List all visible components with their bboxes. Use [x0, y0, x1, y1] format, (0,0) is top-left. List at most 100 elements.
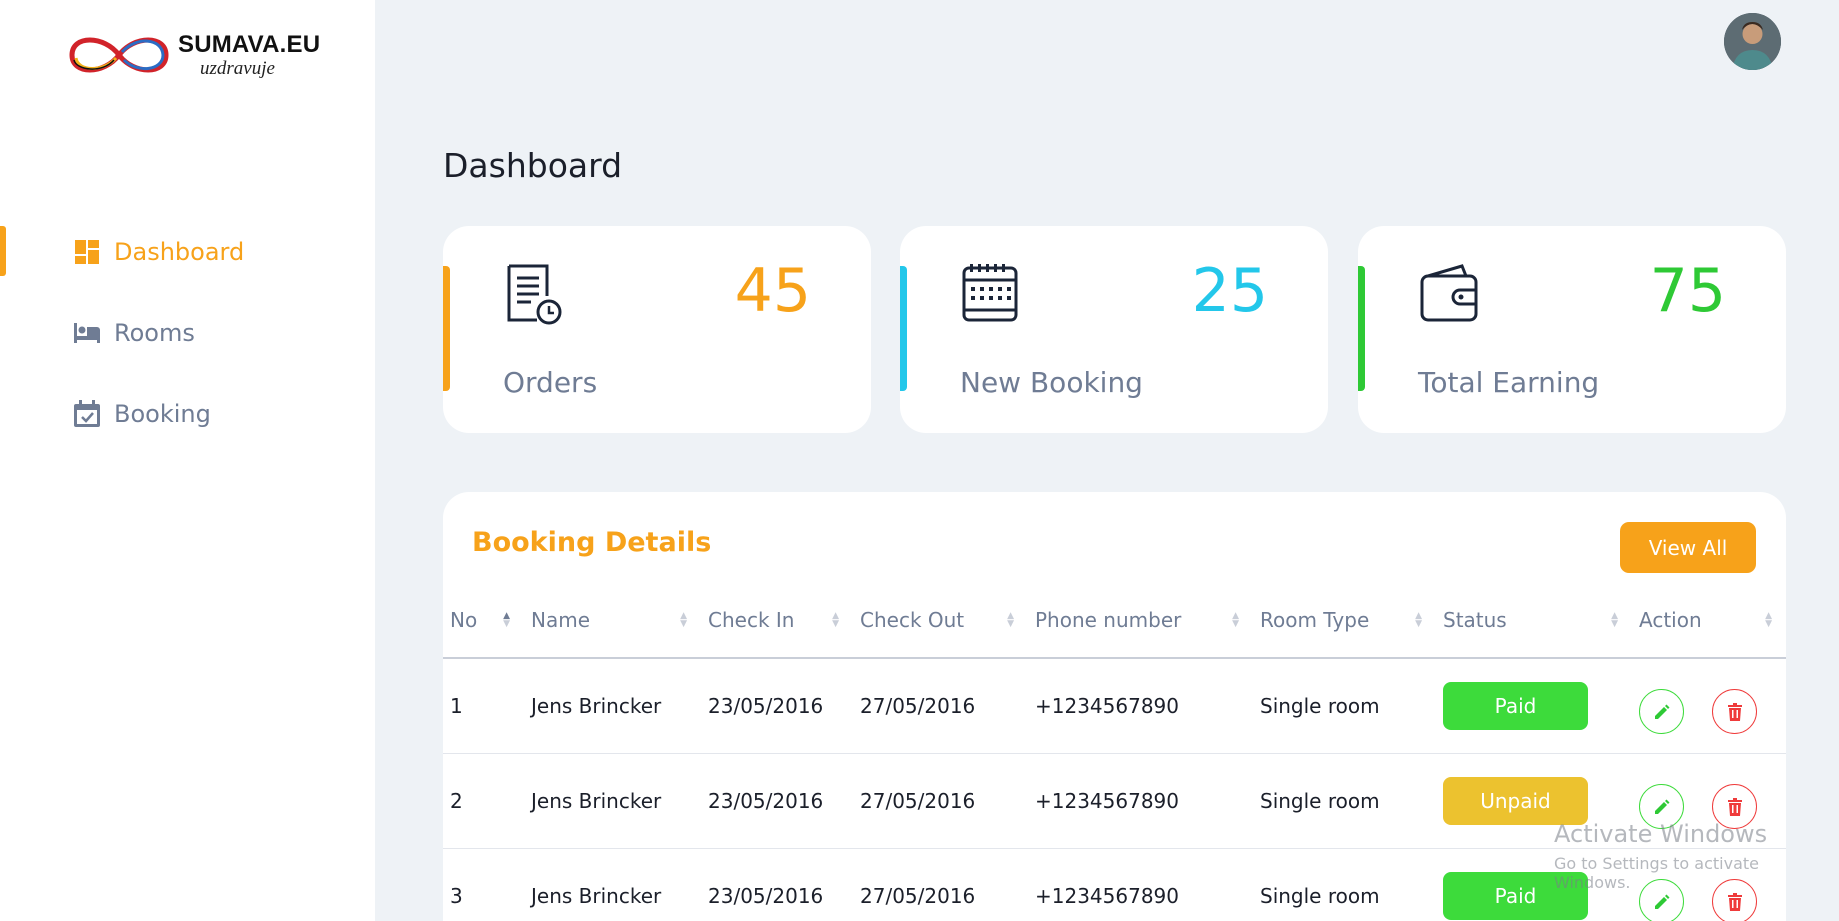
receipt-icon: [503, 262, 565, 330]
card-accent-bar: [900, 266, 907, 391]
status-badge: Unpaid: [1443, 776, 1588, 825]
column-header-check-out[interactable]: Check Out ▲ ▼: [853, 582, 1028, 659]
column-header-label: Room Type: [1260, 607, 1370, 632]
status-badge: Paid: [1443, 871, 1588, 920]
sidebar-item-label: Rooms: [114, 319, 195, 347]
brand-tagline: uzdravuje: [200, 57, 275, 79]
column-header-status[interactable]: Status ▲ ▼: [1436, 582, 1632, 659]
cell-name: Jens Brincker: [524, 658, 701, 754]
cell-check-in: 23/05/2016: [701, 753, 853, 849]
sidebar-item-booking[interactable]: Booking: [0, 388, 375, 440]
column-header-label: Phone number: [1035, 607, 1182, 632]
cell-room-type: Single room: [1253, 658, 1436, 754]
cell-check-in: 23/05/2016: [701, 658, 853, 754]
pencil-icon: [1654, 704, 1669, 719]
column-header-label: No: [450, 607, 478, 632]
bed-icon: [73, 319, 101, 347]
edit-button[interactable]: [1639, 689, 1684, 735]
orders-label: Orders: [503, 366, 598, 399]
sort-icon: ▲ ▼: [1232, 611, 1239, 629]
cell-action: [1632, 658, 1786, 754]
edit-button[interactable]: [1639, 879, 1684, 921]
brand-text: SUMAVA.EU uzdravuje: [178, 30, 321, 79]
sidebar-nav: Dashboard Rooms Booking: [0, 226, 375, 469]
cell-no: 3: [443, 848, 524, 921]
card-accent-bar: [443, 266, 450, 391]
column-header-phone[interactable]: Phone number ▲ ▼: [1028, 582, 1253, 659]
orders-card[interactable]: 45 Orders: [443, 226, 871, 433]
calendar-check-icon: [73, 400, 101, 428]
table-header-row: No ▲ ▼ Name ▲ ▼ Check In ▲ ▼ Check Out ▲ ▼ Phone…: [443, 582, 1786, 659]
brand-name: SUMAVA.EU: [178, 30, 321, 58]
total-earning-label: Total Earning: [1418, 366, 1600, 399]
cell-check-out: 27/05/2016: [853, 848, 1028, 921]
page-title: Dashboard: [443, 146, 623, 185]
trash-icon: [1727, 797, 1742, 816]
cell-check-out: 27/05/2016: [853, 658, 1028, 754]
cell-room-type: Single room: [1253, 753, 1436, 849]
cell-name: Jens Brincker: [524, 753, 701, 849]
column-header-label: Status: [1443, 607, 1507, 632]
wallet-icon: [1418, 262, 1482, 330]
calendar-icon: [960, 262, 1022, 330]
column-header-label: Name: [531, 607, 591, 632]
total-earning-card[interactable]: 75 Total Earning: [1358, 226, 1786, 433]
pencil-icon: [1654, 894, 1669, 909]
infinity-logo-icon: [69, 37, 169, 73]
booking-details-title: Booking Details: [472, 527, 712, 558]
sort-icon: ▲ ▼: [503, 611, 510, 629]
total-earning-value: 75: [1649, 256, 1726, 326]
trash-icon: [1727, 892, 1742, 911]
cell-room-type: Single room: [1253, 848, 1436, 921]
column-header-label: Action: [1639, 607, 1702, 632]
cell-name: Jens Brincker: [524, 848, 701, 921]
sidebar-item-rooms[interactable]: Rooms: [0, 307, 375, 359]
column-header-name[interactable]: Name ▲ ▼: [524, 582, 701, 659]
cell-status: Unpaid: [1436, 753, 1632, 849]
sort-icon: ▲ ▼: [832, 611, 839, 629]
cell-no: 1: [443, 658, 524, 754]
new-booking-value: 25: [1191, 256, 1268, 326]
delete-button[interactable]: [1712, 689, 1758, 735]
cell-phone: +1234567890: [1028, 658, 1253, 754]
cell-phone: +1234567890: [1028, 753, 1253, 849]
brand-logo[interactable]: SUMAVA.EU uzdravuje: [64, 30, 320, 80]
sidebar-item-dashboard[interactable]: Dashboard: [0, 226, 375, 278]
column-header-label: Check In: [708, 607, 795, 632]
booking-details-panel: Booking Details View All No ▲ ▼ Name ▲ ▼ Che…: [443, 492, 1786, 921]
column-header-check-in[interactable]: Check In ▲ ▼: [701, 582, 853, 659]
user-avatar[interactable]: [1724, 13, 1781, 70]
cell-action: [1632, 753, 1786, 849]
trash-icon: [1727, 702, 1742, 721]
sort-icon: ▲ ▼: [1765, 611, 1772, 629]
view-all-button[interactable]: View All: [1620, 522, 1756, 573]
cell-status: Paid: [1436, 848, 1632, 921]
column-header-no[interactable]: No ▲ ▼: [443, 582, 524, 659]
cell-status: Paid: [1436, 658, 1632, 754]
sort-icon: ▲ ▼: [680, 611, 687, 629]
table-row: 1 Jens Brincker 23/05/2016 27/05/2016 +1…: [443, 658, 1786, 754]
card-accent-bar: [1358, 266, 1365, 391]
orders-value: 45: [734, 256, 811, 326]
delete-button[interactable]: [1712, 784, 1758, 829]
edit-button[interactable]: [1639, 784, 1684, 829]
delete-button[interactable]: [1712, 879, 1758, 921]
dashboard-icon: [73, 238, 101, 266]
table-row: 3 Jens Brincker 23/05/2016 27/05/2016 +1…: [443, 848, 1786, 921]
status-badge: Paid: [1443, 681, 1588, 730]
table-row: 2 Jens Brincker 23/05/2016 27/05/2016 +1…: [443, 753, 1786, 849]
column-header-action[interactable]: Action ▲ ▼: [1632, 582, 1786, 659]
cell-check-out: 27/05/2016: [853, 753, 1028, 849]
sort-icon: ▲ ▼: [1007, 611, 1014, 629]
column-header-room-type[interactable]: Room Type ▲ ▼: [1253, 582, 1436, 659]
sort-icon: ▲ ▼: [1415, 611, 1422, 629]
pencil-icon: [1654, 799, 1669, 814]
sidebar-item-label: Booking: [114, 400, 211, 428]
sort-icon: ▲ ▼: [1611, 611, 1618, 629]
user-avatar-icon: [1724, 13, 1781, 70]
sidebar: SUMAVA.EU uzdravuje Dashboard Rooms Book…: [0, 0, 375, 921]
new-booking-card[interactable]: 25 New Booking: [900, 226, 1328, 433]
column-header-label: Check Out: [860, 607, 965, 632]
sidebar-item-label: Dashboard: [114, 238, 245, 266]
cell-action: [1632, 848, 1786, 921]
